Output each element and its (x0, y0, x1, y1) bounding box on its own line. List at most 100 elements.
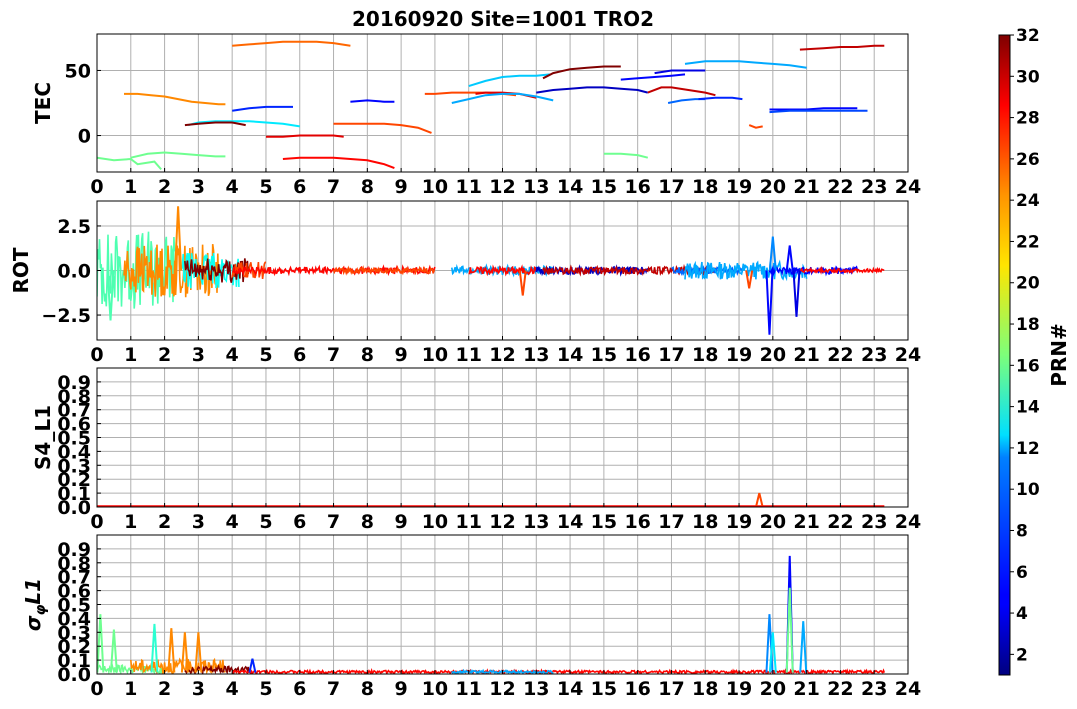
x-tick-label: 17 (658, 176, 684, 198)
x-tick-label: 12 (489, 678, 515, 700)
y-axis-label: σφL1 (21, 578, 49, 631)
x-tick-label: 1 (124, 678, 137, 700)
x-tick-label: 18 (692, 678, 718, 700)
x-tick-label: 4 (226, 678, 239, 700)
x-tick-label: 14 (557, 678, 583, 700)
x-tick-label: 3 (192, 344, 205, 366)
x-tick-label: 4 (226, 511, 239, 533)
series-prn-16 (603, 152, 649, 159)
y-tick-label: 2.5 (57, 216, 91, 238)
x-tick-label: 20 (760, 344, 786, 366)
x-tick-label: 13 (523, 344, 549, 366)
x-tick-label: 15 (591, 344, 617, 366)
x-tick-label: 3 (192, 678, 205, 700)
x-tick-label: 11 (455, 678, 481, 700)
chart-canvas: 20160920 Site=1001 TRO2 0 1 2 3 4 5 6 7 8 9 10 11 12… (9, 7, 1071, 700)
series-prn-3 (536, 86, 649, 94)
series-prn-5 (769, 107, 858, 111)
spike-prn-5 (785, 245, 794, 271)
x-tick-label: 19 (726, 176, 752, 198)
series-prn-32 (542, 65, 621, 80)
colorbar-tick-label: 22 (1016, 232, 1040, 252)
x-tick-label: 19 (726, 678, 752, 700)
x-tick-label: 6 (293, 344, 306, 366)
x-tick-label: 6 (293, 176, 306, 198)
x-tick-label: 22 (827, 344, 853, 366)
y-tick-label: 50 (65, 60, 91, 82)
colorbar: 2468101214161820222426283032 PRN# (998, 26, 1071, 676)
y-axis-label: TEC (31, 82, 55, 124)
colorbar-tick-label: 14 (1016, 398, 1040, 418)
series-prn-16 (130, 151, 226, 159)
series-prn-7 (769, 109, 868, 114)
colorbar-gradient (998, 34, 1011, 676)
colorbar-tick-label: 2 (1016, 645, 1028, 665)
series-prn-30 (799, 44, 885, 51)
chart-title: 20160920 Site=1001 TRO2 (352, 7, 654, 31)
series-group (97, 492, 885, 507)
y-tick-label: 0.0 (57, 261, 91, 283)
x-tick-label: 6 (293, 678, 306, 700)
x-tick-label: 10 (422, 678, 448, 700)
x-tick-label: 13 (523, 678, 549, 700)
colorbar-tick-label: 4 (1016, 604, 1028, 624)
x-tick-label: 17 (658, 344, 684, 366)
x-tick-label: 21 (793, 511, 819, 533)
colorbar-tick-label: 24 (1016, 191, 1040, 211)
x-tick-label: 16 (624, 678, 650, 700)
x-tick-label: 15 (591, 678, 617, 700)
x-tick-label: 18 (692, 344, 718, 366)
spike-prn-10 (799, 621, 808, 673)
x-tick-label: 2 (158, 176, 171, 198)
x-tick-label: 2 (158, 678, 171, 700)
grid (96, 34, 909, 172)
panels-group: 0 1 2 3 4 5 6 7 8 9 10 11 12 13 14 15 16 17 18 19 20 21 22 23 24… (9, 33, 921, 700)
colorbar-tick-label: 16 (1016, 356, 1040, 376)
panel-4: 0 1 2 3 4 5 6 7 8 9 10 11 12 13 14 15 16 17 18 19 20 21 22 23 24… (21, 534, 921, 700)
x-tick-label: 20 (760, 176, 786, 198)
x-tick-label: 23 (861, 344, 887, 366)
y-axis-label: S4_L1 (31, 405, 55, 470)
x-tick-label: 13 (523, 511, 549, 533)
series-prn-26 (748, 124, 763, 129)
series-prn-10 (684, 60, 807, 69)
series-prn-25 (232, 40, 351, 47)
x-tick-label: 8 (361, 176, 374, 198)
x-tick-label: 20 (760, 511, 786, 533)
x-tick-label: 24 (895, 511, 921, 533)
colorbar-tick-label: 6 (1016, 563, 1028, 583)
panel-1: 0 1 2 3 4 5 6 7 8 9 10 11 12 13 14 15 16 17 18 19 20 21 22 23 24… (31, 33, 921, 198)
x-tick-label: 16 (624, 511, 650, 533)
x-tick-label: 17 (658, 511, 684, 533)
series-prn-24 (124, 92, 226, 106)
x-tick-label: 14 (557, 344, 583, 366)
panel-2: 0 1 2 3 4 5 6 7 8 9 10 11 12 13 14 15 16 17 18 19 20 21 22 23 24… (9, 200, 921, 366)
x-tick-label: 17 (658, 678, 684, 700)
x-tick-label: 4 (226, 176, 239, 198)
y-tick-label: 0.9 (57, 372, 91, 394)
x-tick-label: 10 (422, 511, 448, 533)
x-tick-label: 14 (557, 176, 583, 198)
x-tick-label: 7 (327, 176, 340, 198)
y-tick-label: −2.5 (41, 305, 91, 327)
x-tick-label: 6 (293, 511, 306, 533)
x-tick-label: 2 (158, 511, 171, 533)
x-tick-label: 12 (489, 176, 515, 198)
x-tick-label: 22 (827, 678, 853, 700)
x-tick-label: 18 (692, 176, 718, 198)
x-tick-label: 22 (827, 176, 853, 198)
x-tick-label: 5 (259, 176, 272, 198)
x-tick-label: 22 (827, 511, 853, 533)
colorbar-tick-label: 18 (1016, 315, 1040, 335)
grid (96, 368, 909, 508)
x-tick-label: 21 (793, 678, 819, 700)
spike-prn-6 (248, 658, 257, 673)
x-tick-label: 5 (259, 678, 272, 700)
x-tick-label: 19 (726, 344, 752, 366)
x-tick-label: 13 (523, 176, 549, 198)
x-tick-label: 12 (489, 511, 515, 533)
series-prn-26 (333, 122, 432, 134)
x-tick-label: 19 (726, 511, 752, 533)
series-group (97, 40, 885, 171)
series-prn-5 (350, 99, 395, 103)
